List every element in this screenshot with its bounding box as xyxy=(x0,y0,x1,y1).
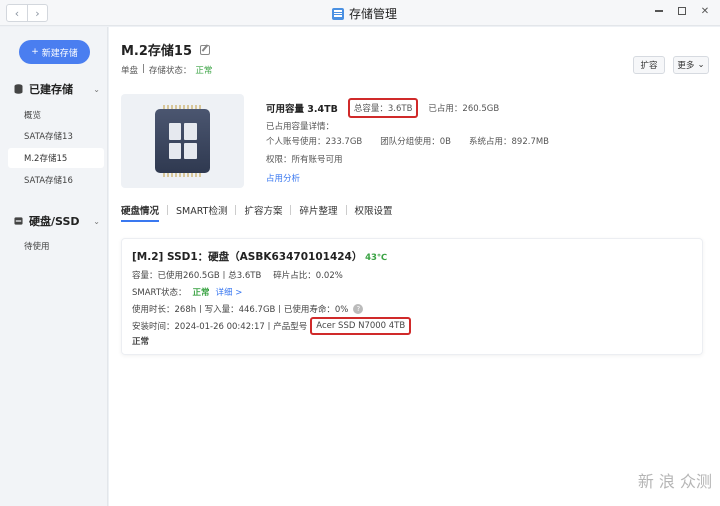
tab-expand-plan[interactable]: 扩容方案 xyxy=(236,203,290,217)
disk-capacity: 容量：已使用260.5GB丨总3.6TB xyxy=(132,271,262,281)
tab-defrag[interactable]: 碎片整理 xyxy=(291,203,345,217)
new-storage-button[interactable]: + 新建存储 xyxy=(19,40,90,64)
total-capacity: 总容量：3.6TB xyxy=(347,98,419,118)
page-title-text: M.2存储15 xyxy=(121,44,193,59)
section-disks-label: 硬盘/SSD xyxy=(29,215,80,228)
edit-icon[interactable] xyxy=(200,44,211,55)
permission-text: 权限：所有账号可用 xyxy=(266,155,343,165)
title-bar: ‹ › 存储管理 ✕ xyxy=(0,0,720,26)
watermark: 新 浪 众测 xyxy=(637,472,712,491)
ssd-icon xyxy=(155,105,210,177)
tab-smart[interactable]: SMART检测 xyxy=(168,203,235,217)
sidebar-item-sata16[interactable]: SATA存储16 xyxy=(8,170,104,190)
window-controls: ✕ xyxy=(654,6,710,17)
disk-title-row: [M.2] SSD1：硬盘（ASBK63470101424） 43℃ xyxy=(132,249,387,264)
install-time: 安装时间：2024-01-26 00:42:17丨产品型号 xyxy=(132,322,308,332)
disk-fragment: 碎片占比：0.02% xyxy=(273,271,343,281)
chevron-down-icon: ⌄ xyxy=(697,60,705,70)
smart-details-link[interactable]: 详细 > xyxy=(216,286,243,298)
minimize-icon[interactable] xyxy=(654,6,664,16)
install-row: 安装时间：2024-01-26 00:42:17丨产品型号 Acer SSD N… xyxy=(132,317,412,335)
disk-capacity-row: 容量：已使用260.5GB丨总3.6TB 碎片占比：0.02% xyxy=(132,269,343,281)
ssd-image xyxy=(121,94,244,188)
chevron-down-icon: ⌄ xyxy=(93,84,100,94)
used-capacity: 已占用：260.5GB xyxy=(428,104,500,114)
chevron-down-icon: ⌄ xyxy=(93,216,100,226)
usage-details-row: 个人账号使用：233.7GB 团队分组使用：0B 系统占用：892.7MB xyxy=(266,135,549,147)
nav-buttons: ‹ › xyxy=(6,4,48,22)
disk-state: 正常 xyxy=(132,337,150,347)
personal-usage: 个人账号使用：233.7GB xyxy=(266,137,363,147)
smart-label: SMART状态： xyxy=(132,288,187,298)
storage-type: 单盘 xyxy=(121,66,139,76)
more-label: 更多 xyxy=(677,61,695,71)
usage-analysis-link[interactable]: 占用分析 xyxy=(266,172,300,184)
sidebar-item-pending[interactable]: 待使用 xyxy=(8,236,104,256)
sidebar-item-overview[interactable]: 概览 xyxy=(8,105,104,125)
new-storage-label: 新建存储 xyxy=(41,48,78,59)
page-title: M.2存储15 xyxy=(121,40,211,59)
smart-row: SMART状态： 正常 详细 > xyxy=(132,286,242,298)
disk-icon xyxy=(14,217,23,225)
disk-card: [M.2] SSD1：硬盘（ASBK63470101424） 43℃ 容量：已使… xyxy=(121,238,703,355)
disk-title: [M.2] SSD1：硬盘（ASBK63470101424） xyxy=(132,251,363,263)
status-badge: 正常 xyxy=(195,66,213,76)
tab-bar: 硬盘情况 SMART检测 扩容方案 碎片整理 权限设置 xyxy=(121,203,401,222)
tab-permissions[interactable]: 权限设置 xyxy=(347,203,401,217)
section-disks[interactable]: 硬盘/SSD ⌄ xyxy=(14,213,104,229)
system-usage: 系统占用：892.7MB xyxy=(469,137,550,147)
window-title-text: 存储管理 xyxy=(349,7,398,21)
database-icon xyxy=(14,84,23,94)
tab-disk-status[interactable]: 硬盘情况 xyxy=(121,203,167,222)
window-title: 存储管理 xyxy=(332,5,397,22)
sidebar-item-m2-15[interactable]: M.2存储15 xyxy=(8,148,104,168)
capacity-row: 可用容量 3.4TB 总容量：3.6TB 已占用：260.5GB xyxy=(266,98,499,118)
back-icon[interactable]: ‹ xyxy=(7,5,27,21)
close-icon[interactable]: ✕ xyxy=(700,6,710,17)
separator: | xyxy=(142,64,145,74)
disk-temperature: 43℃ xyxy=(365,253,388,263)
forward-icon[interactable]: › xyxy=(27,5,47,21)
smart-status: 正常 xyxy=(192,288,210,298)
disk-usage: 使用时长：268h丨写入量：446.7GB丨已使用寿命：0% xyxy=(132,305,349,315)
plus-icon: + xyxy=(31,47,39,57)
storage-subline: 单盘 | 存储状态： 正常 xyxy=(121,64,212,76)
usage-details-title: 已占用容量详情： xyxy=(266,122,335,132)
more-button[interactable]: 更多 ⌄ xyxy=(673,56,709,74)
available-capacity: 可用容量 3.4TB xyxy=(266,104,338,115)
product-model: Acer SSD N7000 4TB xyxy=(310,317,412,335)
section-storage-label: 已建存储 xyxy=(29,83,73,96)
status-label: 存储状态： xyxy=(148,66,192,76)
sidebar: + 新建存储 已建存储 ⌄ 概览 SATA存储13 M.2存储15 SATA存储… xyxy=(0,27,108,506)
maximize-icon[interactable] xyxy=(677,6,687,16)
expand-button[interactable]: 扩容 xyxy=(633,56,665,74)
sidebar-item-sata13[interactable]: SATA存储13 xyxy=(8,126,104,146)
help-icon[interactable]: ? xyxy=(353,304,364,314)
section-storage[interactable]: 已建存储 ⌄ xyxy=(14,81,104,97)
team-usage: 团队分组使用：0B xyxy=(380,137,452,147)
main-panel: M.2存储15 单盘 | 存储状态： 正常 扩容 更多 ⌄ 可用容量 3.4TB… xyxy=(109,27,720,506)
storage-app-icon xyxy=(332,7,344,20)
usage-row: 使用时长：268h丨写入量：446.7GB丨已使用寿命：0% ? xyxy=(132,303,364,315)
